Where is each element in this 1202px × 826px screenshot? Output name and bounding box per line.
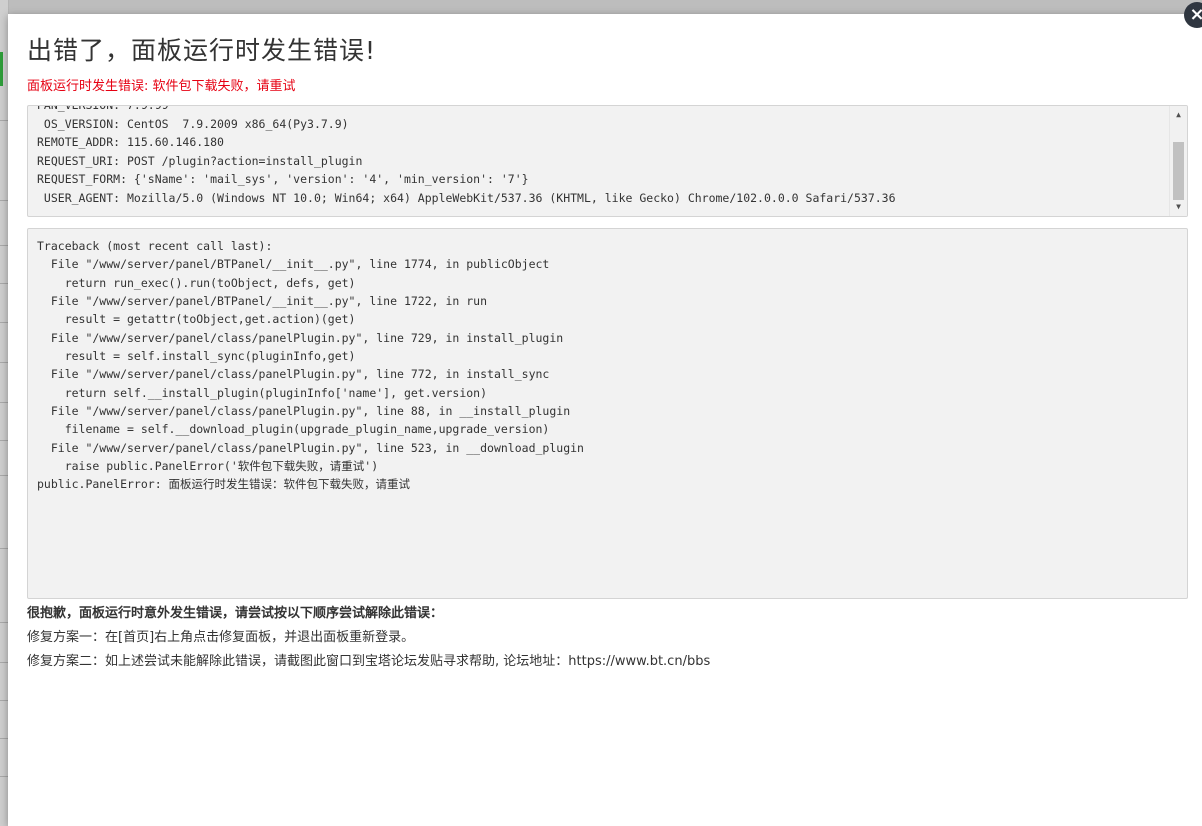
help-title: 很抱歉，面板运行时意外发生错误，请尝试按以下顺序尝试解除此错误： (27, 606, 444, 621)
traceback-line: Traceback (most recent call last): (37, 239, 273, 253)
traceback-line: File "/www/server/panel/class/panelPlugi… (37, 440, 584, 455)
environment-info-box[interactable]: PAN_VERSION: 7.9.99 OS_VERSION: CentOS 7… (27, 105, 1188, 217)
background-divider (0, 402, 8, 403)
traceback-line: File "/www/server/panel/class/panelPlugi… (37, 404, 571, 419)
traceback-line: return self.__install_plugin(pluginInfo[… (37, 385, 488, 400)
traceback-lines: Traceback (most recent call last): File … (37, 237, 584, 494)
traceback-box[interactable]: Traceback (most recent call last): File … (27, 228, 1188, 599)
environment-info-lines: PAN_VERSION: 7.9.99 OS_VERSION: CentOS 7… (37, 105, 1167, 208)
background-divider (0, 776, 8, 777)
traceback-line: raise public.PanelError('软件包下载失败，请重试') (37, 459, 379, 474)
env-line: PAN_VERSION: 7.9.99 (37, 105, 169, 112)
env-scrollbar[interactable]: ▲ ▼ (1169, 106, 1187, 216)
env-line: REQUEST_FORM: {'sName': 'mail_sys', 'ver… (37, 172, 529, 187)
background-divider (0, 322, 8, 323)
scroll-up-icon[interactable]: ▲ (1170, 108, 1187, 122)
traceback-line: return run_exec().run(toObject, defs, ge… (37, 275, 356, 290)
background-divider (0, 738, 8, 739)
traceback-line: filename = self.__download_plugin(upgrad… (37, 422, 550, 437)
background-divider (0, 700, 8, 701)
close-icon[interactable]: × (1184, 2, 1202, 28)
background-divider (0, 283, 8, 284)
background-accent (0, 52, 3, 86)
scroll-thumb[interactable] (1173, 142, 1184, 200)
traceback-line: result = self.install_sync(pluginInfo,ge… (37, 349, 356, 364)
traceback-line: result = getattr(toObject,get.action)(ge… (37, 312, 356, 327)
background-divider (0, 440, 8, 441)
traceback-line: File "/www/server/panel/class/panelPlugi… (37, 367, 550, 382)
background-divider (0, 200, 8, 201)
env-line: OS_VERSION: CentOS 7.9.2009 x86_64(Py3.7… (37, 116, 349, 131)
background-divider (0, 548, 8, 549)
env-line: USER_AGENT: Mozilla/5.0 (Windows NT 10.0… (37, 190, 896, 205)
dialog-title: 出错了，面板运行时发生错误! (27, 36, 377, 65)
background-divider (0, 245, 8, 246)
background-divider (0, 475, 8, 476)
env-line: REQUEST_URI: POST /plugin?action=install… (37, 153, 363, 168)
background-divider (0, 662, 8, 663)
background-divider (0, 362, 8, 363)
traceback-line: File "/www/server/panel/class/panelPlugi… (37, 330, 564, 345)
fix-option-1: 修复方案一：在[首页]右上角点击修复面板，并退出面板重新登录。 (27, 630, 415, 645)
scroll-down-icon[interactable]: ▼ (1170, 200, 1187, 214)
fix-option-2: 修复方案二：如上述尝试未能解除此错误，请截图此窗口到宝塔论坛发贴寻求帮助, 论坛… (27, 654, 711, 669)
traceback-line: File "/www/server/panel/BTPanel/__init__… (37, 257, 550, 272)
dialog-subtitle: 面板运行时发生错误: 软件包下载失败，请重试 (27, 79, 296, 94)
env-line: REMOTE_ADDR: 115.60.146.180 (37, 135, 224, 150)
error-dialog: × 出错了，面板运行时发生错误! 面板运行时发生错误: 软件包下载失败，请重试 … (8, 2, 1202, 826)
traceback-line: File "/www/server/panel/BTPanel/__init__… (37, 294, 488, 309)
background-divider (0, 120, 8, 121)
traceback-line: public.PanelError: 面板运行时发生错误：软件包下载失败，请重试 (37, 477, 411, 492)
background-divider (0, 622, 8, 623)
